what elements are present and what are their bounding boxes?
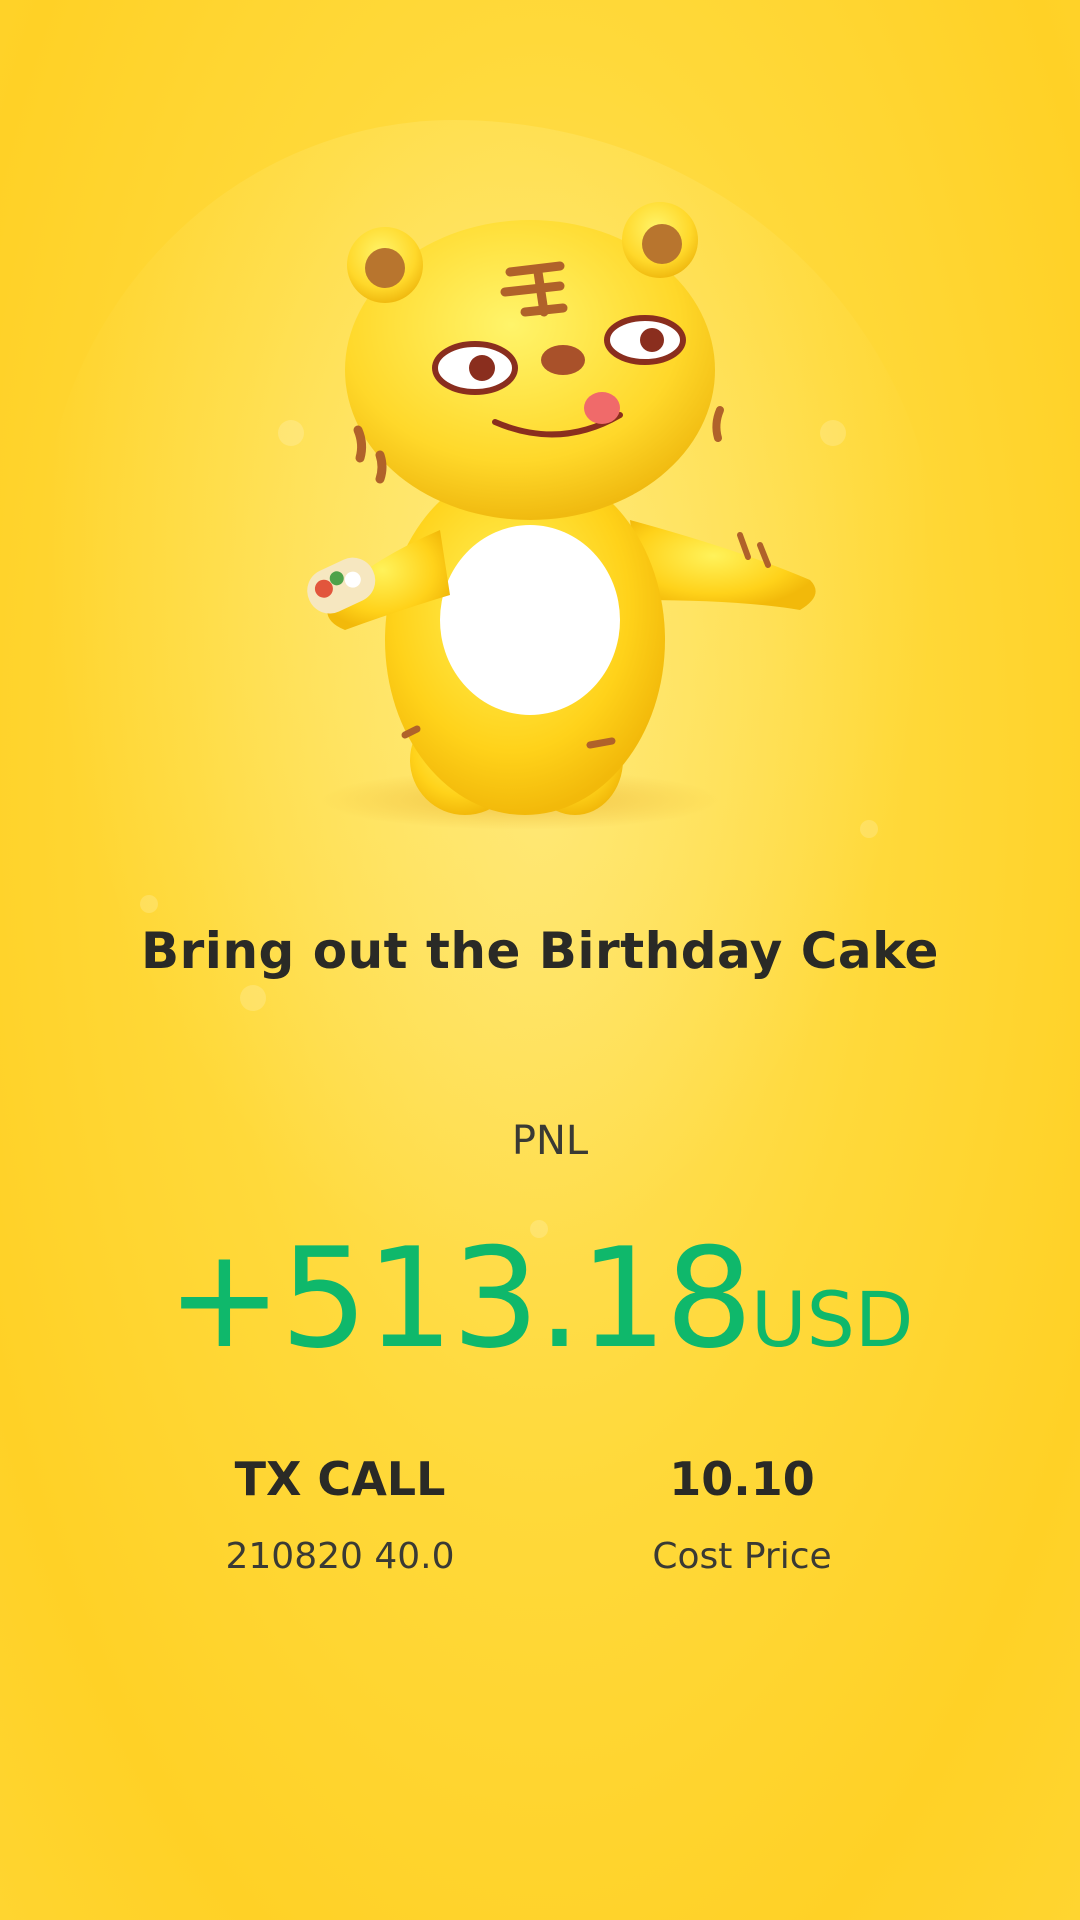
cost-info: 10.10 Cost Price: [562, 1452, 922, 1577]
headline: Bring out the Birthday Cake: [141, 922, 939, 980]
pnl-amount: +513.18: [166, 1218, 753, 1379]
pnl-unit: USD: [751, 1275, 914, 1364]
bokeh-dot: [140, 895, 158, 913]
bokeh-dot: [240, 985, 266, 1011]
position-detail: 210820 40.0: [225, 1536, 455, 1577]
pnl-value: +513.18USD: [0, 1218, 1080, 1379]
cost-value: 10.10: [669, 1452, 815, 1506]
position-info: TX CALL 210820 40.0: [160, 1452, 520, 1577]
tiger-mascot-icon: [270, 200, 830, 840]
cost-label: Cost Price: [652, 1536, 832, 1577]
position-name: TX CALL: [234, 1452, 446, 1506]
pnl-label: PNL: [511, 1118, 589, 1164]
bokeh-dot: [860, 820, 878, 838]
